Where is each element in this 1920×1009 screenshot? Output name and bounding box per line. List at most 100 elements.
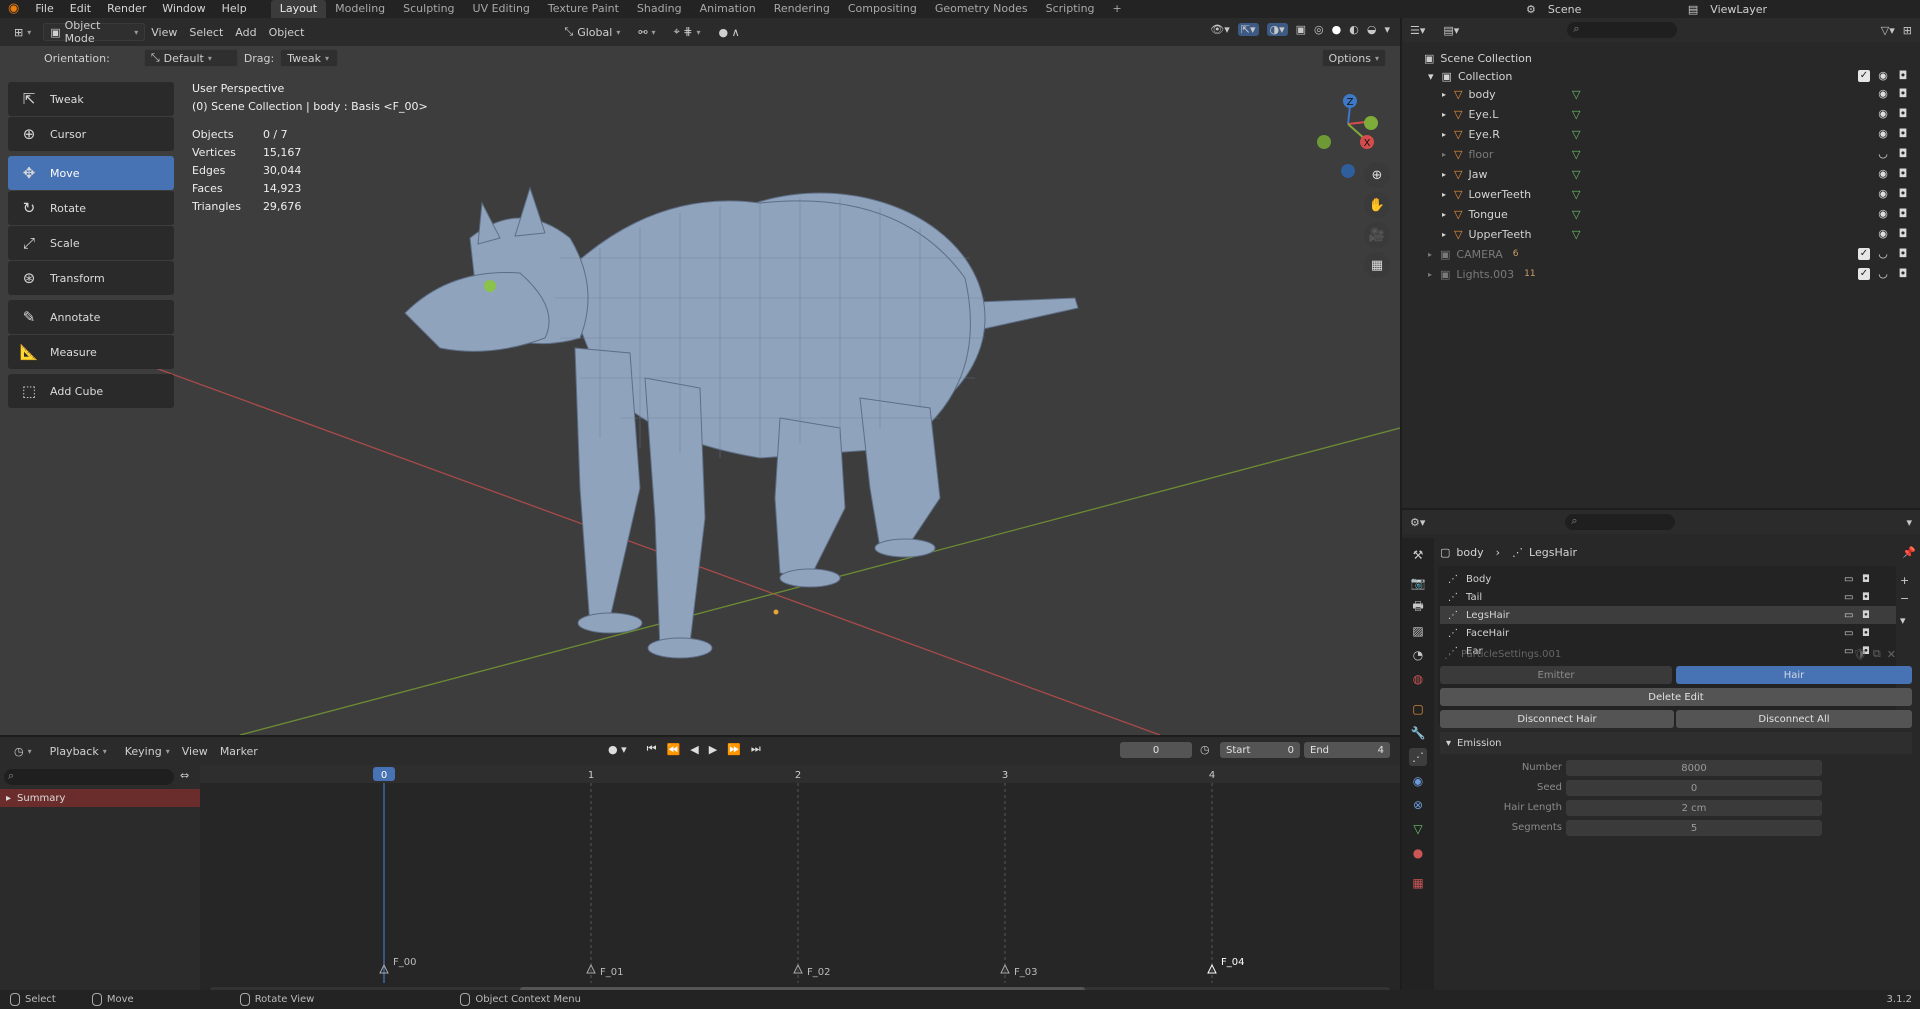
duplicate-icon[interactable]: ⧉ — [1873, 647, 1881, 661]
wireframe-shading-icon[interactable]: ◎ — [1314, 23, 1324, 36]
particle-system-item[interactable]: ⋰ Tail ▭ ◘ — [1440, 588, 1896, 606]
outliner-collection-row[interactable]: ▸ ▣ Lights.003 11 ✓ ◡ ◘ — [1402, 264, 1920, 284]
tool-scale[interactable]: ⤢ Scale — [8, 226, 174, 260]
type-hair-button[interactable]: Hair — [1676, 666, 1912, 684]
menu-file[interactable]: File — [27, 0, 61, 18]
type-emitter-button[interactable]: Emitter — [1440, 666, 1672, 684]
render-toggle-icon[interactable]: ◘ — [1862, 610, 1870, 621]
menu-edit[interactable]: Edit — [62, 0, 99, 18]
rendered-shading-icon[interactable]: ◒ — [1367, 23, 1377, 36]
tab-uv-editing[interactable]: UV Editing — [464, 0, 539, 18]
render-camera-icon[interactable]: ◘ — [1896, 107, 1910, 121]
viewport-toggle-icon[interactable]: ▭ — [1844, 574, 1853, 585]
render-tab-icon[interactable]: 📷 — [1409, 574, 1427, 592]
exclude-checkbox[interactable]: ✓ — [1858, 268, 1870, 280]
overlay-toggle-icon[interactable]: ◑▾ — [1266, 23, 1288, 36]
outliner-collection-row[interactable]: ▸ ▣ CAMERA 6 ✓ ◡ ◘ — [1402, 244, 1920, 264]
tab-animation[interactable]: Animation — [691, 0, 765, 18]
physics-tab-icon[interactable]: ◉ — [1409, 772, 1427, 790]
timeline-area[interactable]: 0 F_00 1 F_01 2 F_02 3 F_03 4 F_04 — [200, 765, 1400, 999]
render-camera-icon[interactable]: ◘ — [1896, 187, 1910, 201]
constraints-tab-icon[interactable]: ⊗ — [1409, 796, 1427, 814]
keying-menu[interactable]: Keying ▾ — [119, 742, 176, 760]
disconnect-hair-button[interactable]: Disconnect Hair — [1440, 710, 1674, 728]
field-value[interactable]: 2 cm — [1566, 800, 1822, 816]
ortho-grid-icon[interactable]: ▦ — [1364, 252, 1390, 278]
jump-end-icon[interactable]: ⏭ — [751, 742, 761, 756]
expand-arrow-icon[interactable]: ▸ — [1442, 190, 1446, 199]
snap-button[interactable]: ⌖ ⋕ ▾ — [668, 23, 707, 41]
visibility-icon[interactable]: 👁▾ — [1210, 23, 1230, 36]
visibility-eye-icon[interactable]: ◉ — [1876, 167, 1890, 181]
jump-start-icon[interactable]: ⏮ — [647, 742, 657, 756]
outliner-object-row[interactable]: ▸ ▽ Eye.R ▽ ◉ ◘ — [1402, 124, 1920, 144]
add-workspace-icon[interactable]: + — [1104, 0, 1131, 18]
visibility-eye-icon[interactable]: ◉ — [1876, 227, 1890, 241]
field-value[interactable]: 8000 — [1566, 760, 1822, 776]
options-dropdown[interactable]: Options ▾ — [1321, 49, 1386, 67]
outliner-object-row[interactable]: ▸ ▽ LowerTeeth ▽ ◉ ◘ — [1402, 184, 1920, 204]
world-tab-icon[interactable]: ◍ — [1409, 670, 1427, 688]
viewport-toggle-icon[interactable]: ▭ — [1844, 592, 1853, 603]
tool-rotate[interactable]: ↻ Rotate — [8, 191, 174, 225]
outliner-search-input[interactable]: ⌕ — [1567, 22, 1678, 38]
emission-panel-header[interactable]: ▾ Emission — [1440, 732, 1912, 754]
expand-arrow-icon[interactable]: ▸ — [1442, 110, 1446, 119]
outliner-object-row[interactable]: ▸ ▽ Tongue ▽ ◉ ◘ — [1402, 204, 1920, 224]
particles-tab-icon[interactable]: ⋰ — [1409, 748, 1427, 766]
tab-modeling[interactable]: Modeling — [326, 0, 394, 18]
swap-icon[interactable]: ⇔ — [180, 769, 189, 782]
material-shading-icon[interactable]: ◐ — [1349, 23, 1359, 36]
visibility-eye-icon[interactable]: ◉ — [1876, 87, 1890, 101]
pin-icon[interactable]: 📌 — [1902, 546, 1916, 559]
timeline-search-input[interactable]: ⌕ — [4, 769, 174, 785]
blender-logo-icon[interactable]: ◉ — [0, 0, 27, 18]
filter-icon[interactable]: ▽▾ — [1881, 24, 1895, 37]
properties-search-input[interactable]: ⌕ — [1565, 514, 1676, 530]
drag-selector[interactable]: Tweak ▾ — [280, 49, 339, 67]
end-frame-field[interactable]: End 4 — [1304, 742, 1390, 758]
jump-keyframe-back-icon[interactable]: ⏪ — [667, 743, 681, 756]
output-tab-icon[interactable]: 🖶 — [1409, 598, 1427, 616]
expand-arrow-icon[interactable]: ▸ — [1428, 270, 1432, 279]
tab-scripting[interactable]: Scripting — [1037, 0, 1104, 18]
menu-help[interactable]: Help — [214, 0, 255, 18]
visibility-eye-icon[interactable]: ◉ — [1876, 207, 1890, 221]
xray-toggle-icon[interactable]: ▣ — [1296, 23, 1306, 36]
tab-geometry-nodes[interactable]: Geometry Nodes — [926, 0, 1037, 18]
data-tab-icon[interactable]: ▽ — [1409, 820, 1427, 838]
visibility-eye-icon[interactable]: ◉ — [1876, 69, 1890, 83]
outliner-object-row[interactable]: ▸ ▽ body ▽ ◉ ◘ — [1402, 84, 1920, 104]
menu-add[interactable]: Add — [235, 26, 256, 39]
outliner-scene-collection[interactable]: ▣ Scene Collection — [1402, 48, 1920, 68]
3d-viewport[interactable]: ⊞ ▾ ▣ Object Mode ▾ View Select Add Object … — [0, 18, 1400, 735]
shading-options-icon[interactable]: ▾ — [1384, 23, 1390, 36]
visibility-eye-icon[interactable]: ◡ — [1876, 147, 1890, 161]
view-layer-icon[interactable]: ▤ — [1688, 3, 1698, 16]
mode-selector[interactable]: ▣ Object Mode ▾ — [43, 19, 146, 45]
render-toggle-icon[interactable]: ◘ — [1862, 628, 1870, 639]
render-camera-icon[interactable]: ◘ — [1896, 87, 1910, 101]
particle-system-item[interactable]: ⋰ LegsHair ▭ ◘ — [1440, 606, 1896, 624]
field-value[interactable]: 0 — [1566, 780, 1822, 796]
solid-shading-icon[interactable]: ● — [1332, 23, 1342, 36]
render-camera-icon[interactable]: ◘ — [1896, 227, 1910, 241]
timeline-view-menu[interactable]: View — [182, 745, 208, 758]
viewport-toggle-icon[interactable]: ▭ — [1844, 610, 1853, 621]
pivot-point-button[interactable]: ⚯ ▾ — [632, 23, 661, 41]
visibility-eye-icon[interactable]: ◉ — [1876, 107, 1890, 121]
visibility-eye-icon[interactable]: ◉ — [1876, 127, 1890, 141]
view-layer-tab-icon[interactable]: ▨ — [1409, 622, 1427, 640]
camera-view-icon[interactable]: 🎥 — [1364, 222, 1390, 248]
pan-hand-icon[interactable]: ✋ — [1364, 192, 1390, 218]
playback-menu[interactable]: Playback ▾ — [44, 742, 113, 760]
properties-options-icon[interactable]: ▾ — [1906, 516, 1912, 529]
view-layer-selector[interactable]: ViewLayer — [1704, 0, 1815, 18]
menu-select[interactable]: Select — [189, 26, 223, 39]
render-camera-icon[interactable]: ◘ — [1896, 247, 1910, 261]
render-camera-icon[interactable]: ◘ — [1896, 69, 1910, 83]
remove-system-icon[interactable]: − — [1900, 590, 1909, 608]
scene-tab-icon[interactable]: ◔ — [1409, 646, 1427, 664]
zoom-icon[interactable]: ⊕ — [1364, 162, 1390, 188]
particle-system-item[interactable]: ⋰ FaceHair ▭ ◘ — [1440, 624, 1896, 642]
